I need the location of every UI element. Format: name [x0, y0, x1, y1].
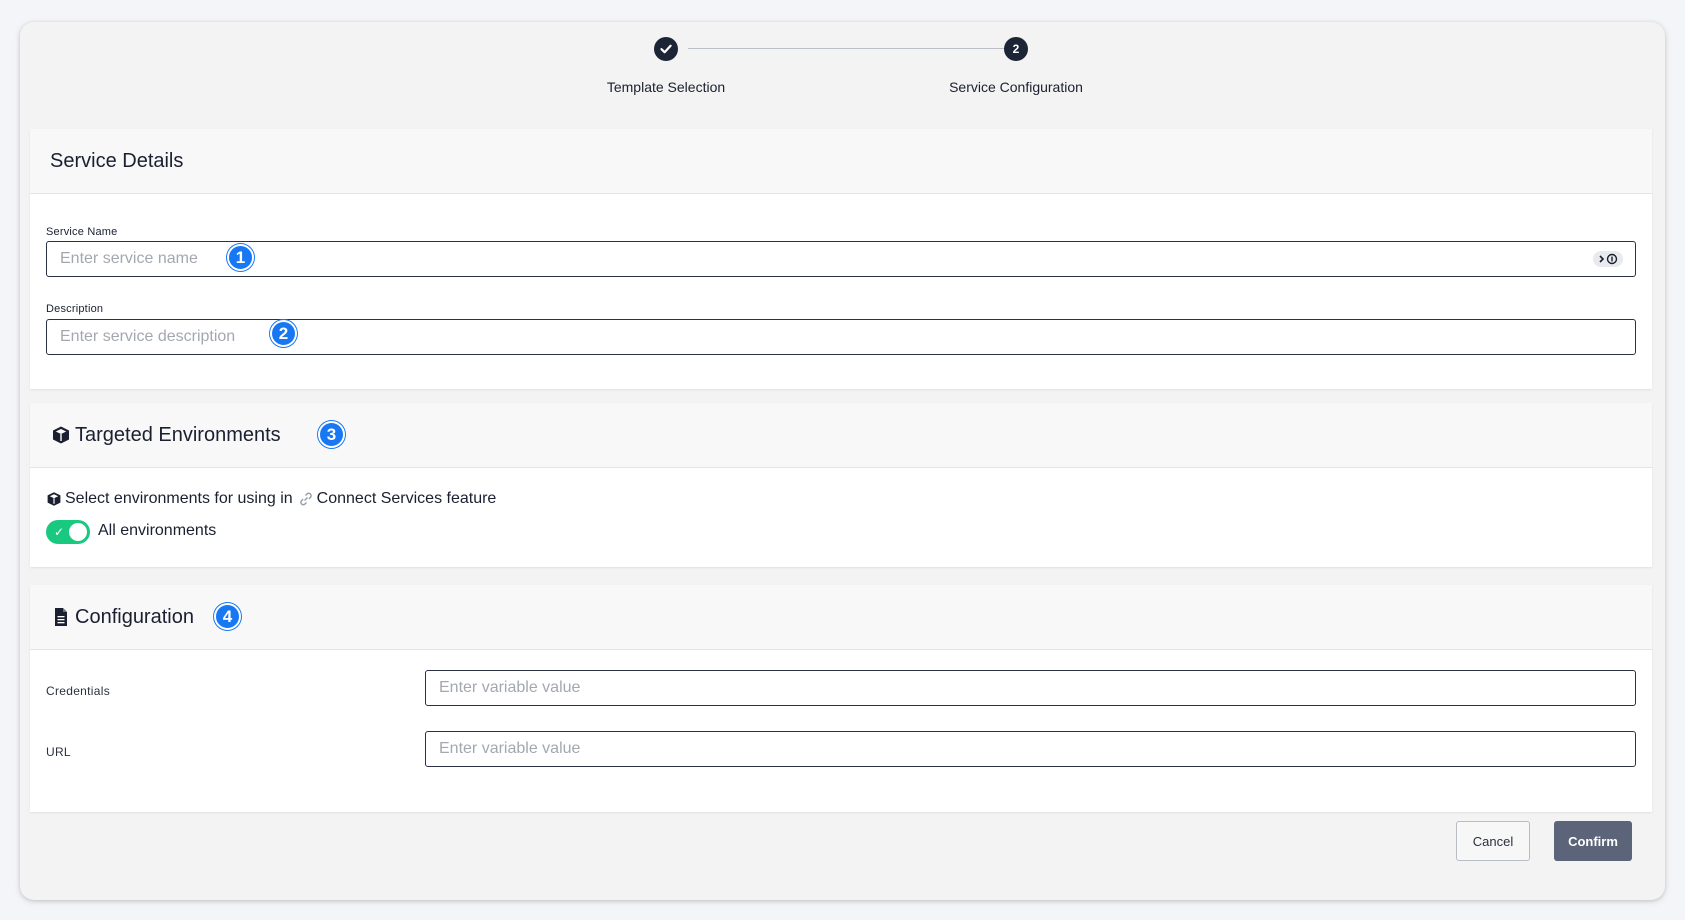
connect-services-feature-link[interactable]: Connect Services feature [317, 490, 497, 508]
stepper-connector [688, 48, 1016, 49]
toggle-check-icon: ✓ [54, 525, 65, 539]
credentials-placeholder: Enter variable value [439, 679, 581, 696]
credentials-input[interactable]: Enter variable value [425, 670, 1636, 706]
step-complete-check-icon [654, 37, 678, 61]
step-number-badge: 2 [1004, 37, 1028, 61]
service-config-modal: 2 Template Selection Service Configurati… [20, 22, 1665, 900]
toggle-knob [69, 523, 87, 541]
all-environments-toggle[interactable]: ✓ [46, 520, 90, 544]
annotation-badge-2: 2 [270, 320, 297, 347]
link-icon [298, 491, 314, 507]
annotation-badge-3: 3 [318, 421, 345, 448]
cube-small-icon [46, 491, 62, 507]
service-details-header: Service Details [30, 129, 1652, 194]
url-label: URL [46, 745, 71, 759]
description-label: Description [46, 303, 104, 315]
description-placeholder: Enter service description [60, 328, 236, 345]
service-name-input[interactable]: Enter service name [46, 241, 1636, 277]
service-details-title: Service Details [50, 149, 184, 172]
cube-icon [50, 424, 72, 446]
targeted-environments-title: Targeted Environments [75, 423, 281, 446]
step-label-template-selection[interactable]: Template Selection [607, 79, 725, 95]
targeted-environments-header: Targeted Environments [30, 403, 1652, 468]
annotation-badge-4: 4 [214, 603, 241, 630]
service-name-label: Service Name [46, 226, 118, 238]
confirm-button[interactable]: Confirm [1554, 821, 1632, 861]
environments-description: Select environments for using in Connect… [46, 490, 496, 508]
password-manager-icon[interactable] [1593, 251, 1623, 267]
url-placeholder: Enter variable value [439, 740, 581, 757]
url-input[interactable]: Enter variable value [425, 731, 1636, 767]
stepper: 2 Template Selection Service Configurati… [20, 22, 1665, 130]
targeted-environments-card: Targeted Environments 3 Select environme… [30, 403, 1652, 567]
configuration-card: Configuration 4 Credentials Enter variab… [30, 585, 1652, 812]
configuration-title: Configuration [75, 605, 194, 628]
service-details-card: Service Details Service Name Enter servi… [30, 129, 1652, 389]
select-environments-text: Select environments for using in [65, 490, 293, 507]
annotation-badge-1: 1 [227, 244, 254, 271]
configuration-header: Configuration [30, 585, 1652, 650]
cancel-button[interactable]: Cancel [1456, 821, 1530, 861]
document-icon [50, 606, 72, 628]
service-name-placeholder: Enter service name [60, 250, 198, 267]
all-environments-label: All environments [98, 522, 217, 539]
step-label-service-configuration[interactable]: Service Configuration [949, 79, 1083, 95]
credentials-label: Credentials [46, 684, 110, 698]
